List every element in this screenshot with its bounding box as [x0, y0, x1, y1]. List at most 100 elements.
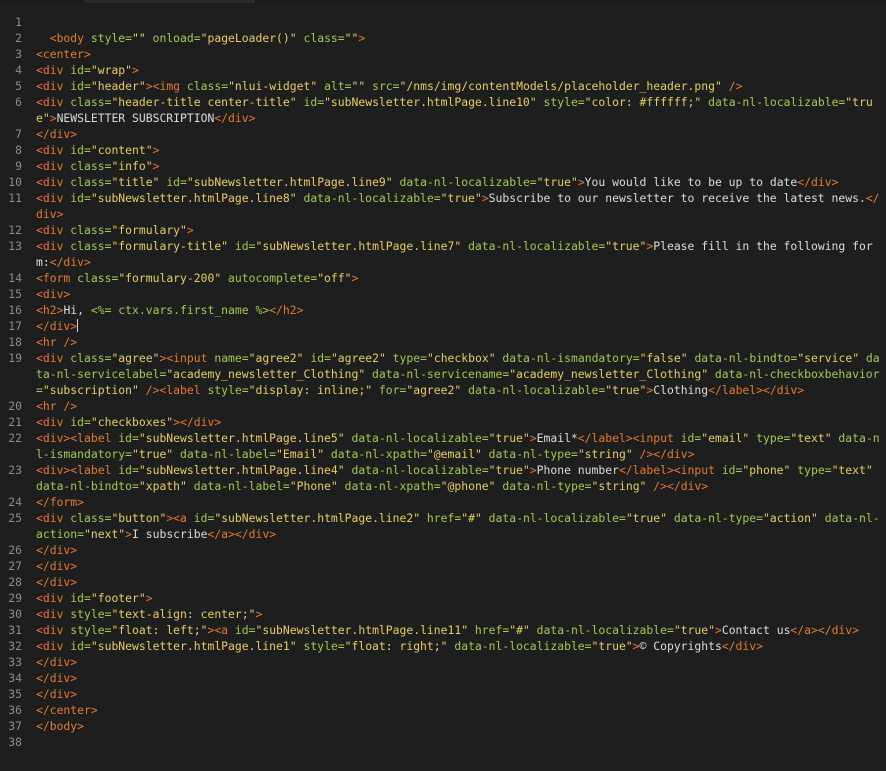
code-token: style=: [70, 623, 112, 637]
code-token: /></div>: [632, 447, 695, 461]
line-number: 15: [8, 287, 22, 301]
code-token: "info": [111, 159, 153, 173]
line-number: 25: [8, 511, 22, 525]
code-token: id=: [118, 463, 139, 477]
code-text: <div class="button"><a id="subNewsletter…: [36, 510, 882, 542]
code-token: class=: [70, 351, 112, 365]
code-text: <div class="info">: [36, 158, 882, 174]
line-number: 24: [8, 495, 22, 509]
code-token: id=: [159, 175, 187, 189]
code-token: "text": [831, 463, 873, 477]
line-number: 21: [8, 415, 22, 429]
code-text: <div id="footer">: [36, 590, 882, 606]
code-token: href=: [420, 511, 462, 525]
code-token: class=: [77, 271, 119, 285]
code-token: "subNewsletter.htmlPage.line1": [90, 639, 297, 653]
code-token: >: [358, 31, 366, 45]
line-number: 14: [8, 271, 22, 285]
code-token: "header": [90, 79, 146, 93]
code-text: </body>: [36, 718, 882, 734]
code-token: >: [132, 63, 139, 77]
line-number: 3: [15, 47, 22, 61]
code-token: data-nl-localizable=: [481, 511, 626, 525]
code-token: ><a: [166, 511, 194, 525]
code-token: <div: [36, 79, 71, 93]
code-token: name=: [214, 351, 249, 365]
code-token: id=: [70, 591, 91, 605]
code-token: "off": [317, 271, 352, 285]
code-token: "pageLoader()": [200, 31, 297, 45]
code-token: "true": [440, 191, 482, 205]
code-token: </div>: [797, 175, 839, 189]
code-token: data-nl-bindto=: [687, 351, 798, 365]
code-token: <div><label: [36, 431, 119, 445]
code-token: >: [152, 143, 160, 157]
code-token: "subNewsletter.htmlPage.line11": [255, 623, 469, 637]
code-token: <body: [49, 31, 91, 45]
code-token: type=: [749, 431, 791, 445]
code-text: </div>: [36, 126, 882, 142]
code-token: "agree2": [248, 351, 304, 365]
editor-tab[interactable]: [84, 0, 254, 3]
code-text: </div>: [36, 686, 882, 702]
code-token: "subscription": [42, 383, 139, 397]
code-token: "service": [797, 351, 860, 365]
code-token: <div: [36, 175, 71, 189]
code-token: </a></div>: [790, 623, 859, 637]
code-token: "formulary": [111, 223, 187, 237]
code-token: "display: inline;": [248, 383, 373, 397]
code-token: <div: [36, 63, 71, 77]
code-token: data-nl-localizable=: [392, 175, 537, 189]
code-token: © Copyrights: [639, 639, 722, 653]
code-token: </form>: [36, 495, 85, 509]
text-cursor: [77, 319, 79, 332]
code-token: <div: [36, 191, 71, 205]
line-number: 20: [8, 399, 22, 413]
code-token: data-nl-type=: [481, 447, 578, 461]
code-token: class=: [70, 175, 112, 189]
code-token: style=: [90, 31, 133, 45]
code-token: for=: [372, 383, 407, 397]
code-token: "agree2": [330, 351, 386, 365]
code-token: <div: [36, 623, 71, 637]
code-token: id=: [70, 143, 91, 157]
code-token: data-nl-xpath=: [337, 479, 441, 493]
code-token: </div>: [49, 255, 91, 269]
code-text: </div>: [36, 574, 882, 590]
code-token: "subNewsletter.htmlPage.line9": [186, 175, 393, 189]
code-token: style=: [207, 383, 249, 397]
line-number: 12: [8, 223, 22, 237]
line-number: 11: [8, 191, 22, 205]
code-token: style=: [70, 607, 112, 621]
code-token: <div: [36, 95, 71, 109]
code-token: "subNewsletter.htmlPage.line5": [138, 431, 345, 445]
code-token: >: [152, 159, 160, 173]
code-text: </div>: [36, 558, 882, 574]
line-number: 7: [15, 127, 22, 141]
code-token: "academy_newsletter_Clothing": [509, 367, 709, 381]
code-token: /><label: [138, 383, 208, 397]
code-token: class=: [70, 511, 112, 525]
code-token: </label></div>: [708, 383, 805, 397]
code-token: <div>: [36, 287, 71, 301]
code-token: "title": [111, 175, 160, 189]
code-token: id=: [303, 351, 331, 365]
code-token: "true": [488, 431, 530, 445]
code-token: style=: [536, 95, 585, 109]
code-text: <div class="title" id="subNewsletter.htm…: [36, 174, 882, 190]
code-token: </div>: [36, 655, 78, 669]
code-token: data-nl-localizable=: [344, 431, 489, 445]
code-token: id=: [193, 511, 215, 525]
code-text: <div id="content">: [36, 142, 882, 158]
code-token: </body>: [36, 719, 85, 733]
code-token: <div: [36, 239, 71, 253]
code-token: "#": [461, 511, 482, 525]
code-token: >: [145, 591, 153, 605]
code-token: "true": [591, 639, 633, 653]
line-number: 30: [8, 607, 22, 621]
line-number: 23: [8, 463, 22, 477]
code-token: "string": [591, 479, 647, 493]
code-token: data-nl-servicename=: [365, 367, 510, 381]
code-token: >: [186, 223, 194, 237]
